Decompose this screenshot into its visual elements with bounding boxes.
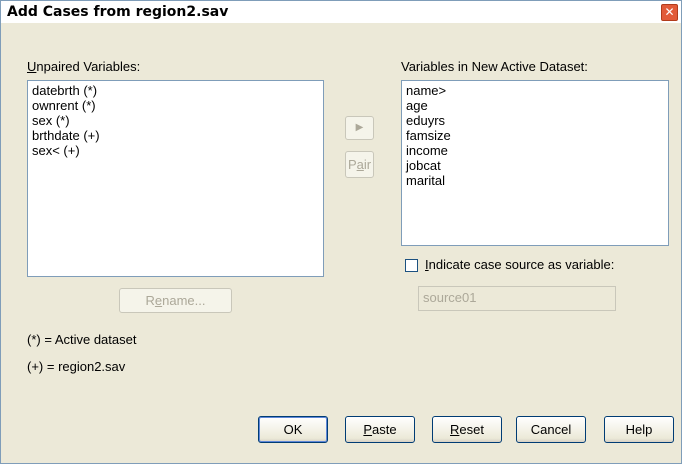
list-item[interactable]: datebrth (*) <box>32 83 319 98</box>
unpaired-variables-list[interactable]: datebrth (*) ownrent (*) sex (*) brthdate (… <box>27 80 324 277</box>
list-item[interactable]: famsize <box>406 128 664 143</box>
list-item[interactable]: brthdate (+) <box>32 128 319 143</box>
ok-button[interactable]: OK <box>258 416 328 443</box>
list-item[interactable]: eduyrs <box>406 113 664 128</box>
indicate-source-checkbox[interactable] <box>405 259 418 272</box>
list-item[interactable]: age <box>406 98 664 113</box>
help-button[interactable]: Help <box>604 416 674 443</box>
source-variable-name-field[interactable]: source01 <box>418 286 616 311</box>
legend-region2: (+) = region2.sav <box>27 359 126 374</box>
list-item[interactable]: sex< (+) <box>32 143 319 158</box>
list-item[interactable]: jobcat <box>406 158 664 173</box>
window-title: Add Cases from region2.sav <box>7 4 229 20</box>
rename-button[interactable]: Rename... <box>119 288 232 313</box>
right-arrow-icon: ▶ <box>355 122 364 133</box>
list-item[interactable]: ownrent (*) <box>32 98 319 113</box>
cancel-button[interactable]: Cancel <box>516 416 586 443</box>
indicate-source-label: Indicate case source as variable: <box>425 257 615 272</box>
list-item[interactable]: sex (*) <box>32 113 319 128</box>
close-button[interactable]: ✕ <box>660 3 679 22</box>
paste-button[interactable]: Paste <box>345 416 415 443</box>
list-item[interactable]: name> <box>406 83 664 98</box>
list-item[interactable]: marital <box>406 173 664 188</box>
reset-button[interactable]: Reset <box>432 416 502 443</box>
move-variable-button[interactable]: ▶ <box>345 116 374 140</box>
legend-active-dataset: (*) = Active dataset <box>27 332 137 347</box>
new-dataset-variables-list[interactable]: name> age eduyrs famsize income jobcat marital <box>401 80 669 246</box>
unpaired-variables-label: Unpaired Variables: <box>27 59 141 74</box>
close-icon: ✕ <box>664 5 675 19</box>
add-cases-dialog: Add Cases from region2.sav ✕ Unpaired Va… <box>0 0 682 464</box>
new-dataset-variables-label: Variables in New Active Dataset: <box>401 59 588 74</box>
pair-button[interactable]: Pair <box>345 151 374 178</box>
list-item[interactable]: income <box>406 143 664 158</box>
title-bar: Add Cases from region2.sav ✕ <box>1 1 681 23</box>
